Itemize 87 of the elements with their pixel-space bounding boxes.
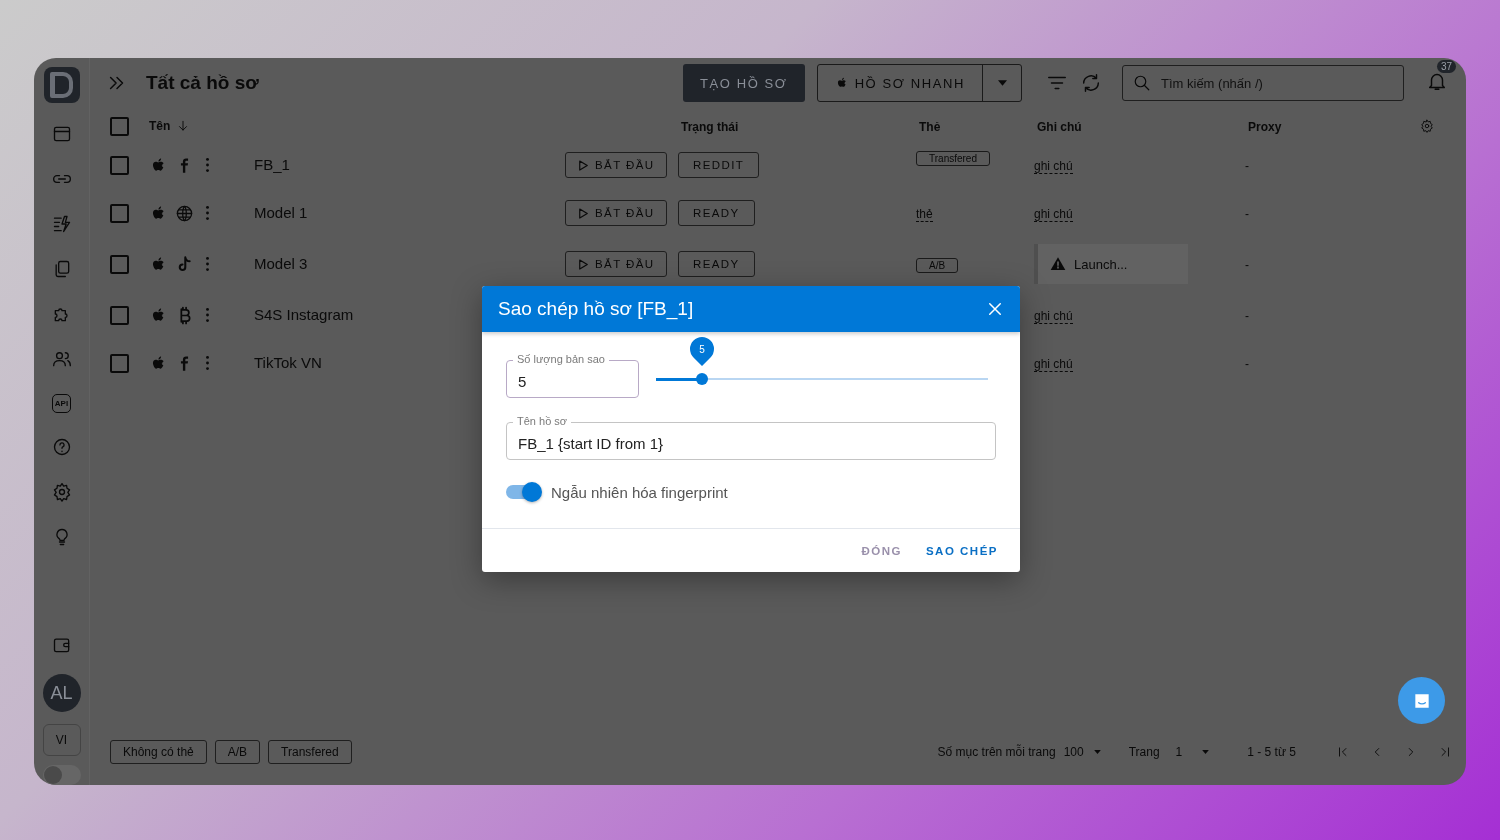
close-button[interactable]: ĐÓNG xyxy=(851,538,912,563)
column-header: Ghi chú xyxy=(1037,120,1082,134)
field-label: Tên hồ sơ xyxy=(513,415,571,428)
profile-name[interactable]: S4S Instagram xyxy=(254,306,354,323)
play-icon xyxy=(579,258,588,270)
column-header[interactable]: Tên xyxy=(149,119,171,133)
quick-profile-button[interactable]: HỒ SƠ NHANH xyxy=(816,64,1022,102)
caret-icon xyxy=(1093,750,1101,754)
chat-button[interactable] xyxy=(1398,677,1445,724)
last-page-icon[interactable] xyxy=(1438,745,1452,759)
create-profile-button[interactable]: TẠO HỒ SƠ xyxy=(682,64,805,102)
proxy-cell: - xyxy=(1245,207,1249,221)
logo-icon xyxy=(43,67,80,103)
page-title: Tất cả hồ sơ xyxy=(146,72,259,94)
help-icon[interactable] xyxy=(51,437,72,457)
tag-filter-chip[interactable]: Không có thẻ xyxy=(110,740,207,764)
status-button[interactable]: REDDIT xyxy=(678,152,760,178)
page-label: Trang xyxy=(1128,745,1160,759)
settings-icon[interactable] xyxy=(1420,119,1434,133)
copy-button[interactable]: SAO CHÉP xyxy=(915,538,1008,563)
profile-name[interactable]: Model 1 xyxy=(254,204,308,221)
browser-icon[interactable] xyxy=(51,124,72,144)
tag-filter-chip[interactable]: A/B xyxy=(214,740,261,764)
status-button[interactable]: READY xyxy=(678,200,755,226)
row-checkbox[interactable] xyxy=(110,353,129,373)
select-all-checkbox[interactable] xyxy=(110,116,129,136)
proxy-cell: - xyxy=(1245,159,1249,173)
tag-filter-chip[interactable]: Transfered xyxy=(268,740,352,764)
language-button[interactable]: VI xyxy=(42,724,81,756)
caret-icon xyxy=(997,80,1007,86)
start-button[interactable]: BẮT ĐẦU xyxy=(565,251,668,277)
notification-count: 37 xyxy=(1437,60,1457,73)
row-checkbox[interactable] xyxy=(110,155,129,175)
proxy-cell: - xyxy=(1245,258,1249,272)
more-icon[interactable] xyxy=(205,307,210,323)
per-page-select[interactable]: 100 xyxy=(1063,745,1101,759)
refresh-icon[interactable] xyxy=(1080,72,1102,94)
user-avatar[interactable]: AL xyxy=(42,674,81,712)
tag-badge[interactable]: A/B xyxy=(916,258,959,273)
play-icon xyxy=(579,207,588,219)
dialog-title: Sao chép hồ sơ [FB_1] xyxy=(498,298,694,320)
more-icon[interactable] xyxy=(205,157,210,173)
more-icon[interactable] xyxy=(205,205,210,221)
note-link[interactable]: ghi chú xyxy=(1034,357,1073,372)
note-link[interactable]: ghi chú xyxy=(1034,309,1073,324)
lightning-list-icon[interactable] xyxy=(51,214,72,234)
profile-name[interactable]: FB_1 xyxy=(254,156,290,173)
status-button[interactable]: READY xyxy=(678,251,755,277)
search-icon xyxy=(1133,74,1151,92)
row-checkbox[interactable] xyxy=(110,203,129,223)
theme-toggle[interactable] xyxy=(42,765,81,785)
row-checkbox[interactable] xyxy=(110,305,129,325)
column-header: Thẻ xyxy=(919,120,941,134)
note-link[interactable]: ghi chú xyxy=(1034,207,1073,222)
slider-thumb[interactable] xyxy=(696,373,709,385)
profile-name[interactable]: TikTok VN xyxy=(254,354,322,371)
start-button[interactable]: BẮT ĐẦU xyxy=(565,200,668,226)
more-icon[interactable] xyxy=(205,256,210,272)
tag-link[interactable]: thẻ xyxy=(916,207,933,222)
tag-badge[interactable]: Transfered xyxy=(916,151,990,166)
play-icon xyxy=(579,159,588,171)
randomize-switch[interactable] xyxy=(506,482,542,502)
proxy-cell: - xyxy=(1245,357,1249,371)
warning-icon xyxy=(1050,256,1066,272)
first-page-icon[interactable] xyxy=(1336,745,1350,759)
users-icon[interactable] xyxy=(51,349,72,369)
start-button[interactable]: BẮT ĐẦU xyxy=(565,152,668,178)
column-header: Trạng thái xyxy=(681,120,739,134)
search-field[interactable]: Tìm kiếm (nhấn /) xyxy=(1122,65,1404,101)
api-icon[interactable]: API xyxy=(51,394,72,413)
caret-icon xyxy=(1202,750,1210,754)
field-label: Số lượng bản sao xyxy=(513,353,609,366)
column-header: Proxy xyxy=(1248,120,1282,134)
page-range: 1 - 5 từ 5 xyxy=(1247,745,1296,759)
page-select[interactable]: 1 xyxy=(1175,745,1210,759)
globe-icon xyxy=(174,203,194,223)
row-checkbox[interactable] xyxy=(110,254,129,274)
profile-name[interactable]: Model 3 xyxy=(254,255,308,272)
per-page-label: Số mục trên mỗi trang xyxy=(937,745,1056,759)
warning-text: Launch... xyxy=(1074,256,1128,272)
slider-value-bubble: 5 xyxy=(690,337,715,367)
close-icon[interactable] xyxy=(986,300,1004,318)
proxy-cell: - xyxy=(1245,309,1249,323)
more-icon[interactable] xyxy=(205,355,210,371)
randomize-label: Ngẫu nhiên hóa fingerprint xyxy=(551,483,728,501)
settings-icon[interactable] xyxy=(51,482,72,502)
note-link[interactable]: ghi chú xyxy=(1034,159,1073,174)
